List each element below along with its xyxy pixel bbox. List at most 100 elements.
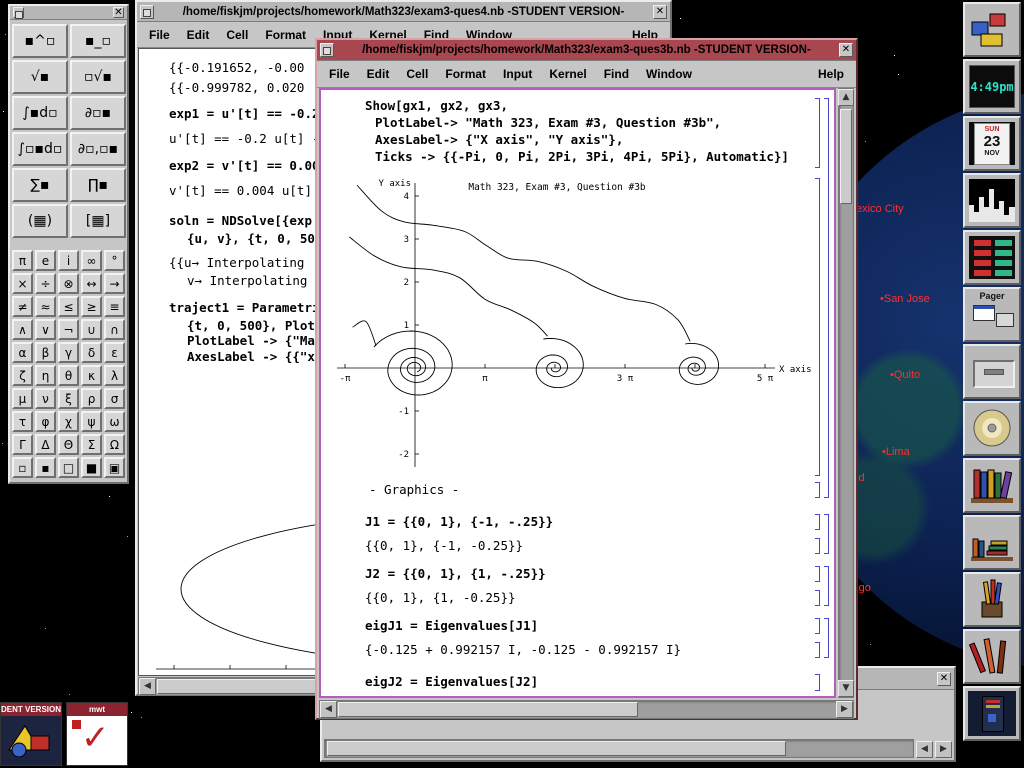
palette-symbol-6-3[interactable]: ρ xyxy=(81,388,102,409)
panel-calendar[interactable]: SUN23NOV xyxy=(963,116,1021,171)
cell-bracket[interactable] xyxy=(824,98,829,498)
cell-bracket[interactable] xyxy=(824,566,829,606)
palette-symbol-5-4[interactable]: λ xyxy=(104,365,125,386)
front-hscroll-thumb[interactable] xyxy=(338,702,638,717)
front-notebook-content[interactable]: Show[gx1, gx2, gx3, PlotLabel-> "Math 323… xyxy=(319,88,836,698)
panel-performance-meter[interactable] xyxy=(963,173,1021,228)
panel-bookshelf[interactable] xyxy=(963,458,1021,513)
cell-bracket[interactable] xyxy=(815,538,820,554)
palette-button-5[interactable]: ∂▫▪ xyxy=(70,96,126,130)
palette-symbol-7-3[interactable]: ψ xyxy=(81,411,102,432)
cell-bracket[interactable] xyxy=(815,98,820,168)
palette-symbol-4-3[interactable]: δ xyxy=(81,342,102,363)
close-icon[interactable]: ✕ xyxy=(113,7,124,18)
palette-symbol-9-1[interactable]: ▪ xyxy=(35,457,56,478)
panel-cdrom[interactable] xyxy=(963,401,1021,456)
palette-symbol-0-2[interactable]: i xyxy=(58,250,79,271)
scroll-right-icon[interactable]: ▶ xyxy=(836,701,853,718)
palette-symbol-7-0[interactable]: τ xyxy=(12,411,33,432)
j1-input[interactable]: J1 = {{0, 1}, {-1, -.25}} xyxy=(365,514,553,529)
input-code-line[interactable]: Ticks -> {{-Pi, 0, Pi, 2Pi, 3Pi, 4Pi, 5P… xyxy=(375,149,789,164)
palette-symbol-8-3[interactable]: Σ xyxy=(81,434,102,455)
cell-bracket[interactable] xyxy=(815,482,820,498)
menu-cell[interactable]: Cell xyxy=(226,28,248,42)
palette-symbol-0-1[interactable]: e xyxy=(35,250,56,271)
cell-bracket[interactable] xyxy=(815,178,820,476)
cell-bracket[interactable] xyxy=(815,514,820,530)
scroll-left-icon[interactable]: ◀ xyxy=(320,701,337,718)
palette-symbol-6-0[interactable]: μ xyxy=(12,388,33,409)
palette-symbol-9-3[interactable]: ■ xyxy=(81,457,102,478)
palette-symbol-6-1[interactable]: ν xyxy=(35,388,56,409)
palette-symbol-9-0[interactable]: ▫ xyxy=(12,457,33,478)
cell-bracket[interactable] xyxy=(815,618,820,634)
palette-symbol-1-2[interactable]: ⊗ xyxy=(58,273,79,294)
scroll-left-icon[interactable]: ◀ xyxy=(139,678,156,695)
palette-symbol-3-0[interactable]: ∧ xyxy=(12,319,33,340)
panel-style-levels[interactable] xyxy=(963,230,1021,285)
palette-symbol-4-1[interactable]: β xyxy=(35,342,56,363)
window-menu-icon[interactable] xyxy=(13,7,24,18)
mwt-icon[interactable]: mwt ✓ xyxy=(66,702,128,766)
cell-bracket[interactable] xyxy=(824,618,829,658)
palette-button-3[interactable]: ▫√▪ xyxy=(70,60,126,94)
palette-button-4[interactable]: ∫▪d▫ xyxy=(12,96,68,130)
palette-symbol-9-4[interactable]: ▣ xyxy=(104,457,125,478)
hidden-hscroll-thumb[interactable] xyxy=(327,741,786,756)
menu-find[interactable]: Find xyxy=(604,67,629,81)
cell-bracket[interactable] xyxy=(815,642,820,658)
palette-symbol-2-3[interactable]: ≥ xyxy=(81,296,102,317)
palette-symbol-2-1[interactable]: ≈ xyxy=(35,296,56,317)
panel-computer[interactable] xyxy=(963,686,1021,741)
menu-file[interactable]: File xyxy=(329,67,350,81)
palette-symbol-7-4[interactable]: ω xyxy=(104,411,125,432)
palette-button-11[interactable]: [▦] xyxy=(70,204,126,238)
palette-symbol-1-3[interactable]: ↔ xyxy=(81,273,102,294)
palette-symbol-8-4[interactable]: Ω xyxy=(104,434,125,455)
palette-symbol-3-1[interactable]: ∨ xyxy=(35,319,56,340)
hidden-hscrollbar[interactable] xyxy=(324,739,914,758)
palette-symbol-4-2[interactable]: γ xyxy=(58,342,79,363)
palette-symbol-4-0[interactable]: α xyxy=(12,342,33,363)
palette-symbol-6-4[interactable]: σ xyxy=(104,388,125,409)
menu-edit[interactable]: Edit xyxy=(187,28,210,42)
menu-kernel[interactable]: Kernel xyxy=(549,67,586,81)
front-titlebar[interactable]: /home/fiskjm/projects/homework/Math323/e… xyxy=(317,40,856,61)
palette-symbol-3-3[interactable]: ∪ xyxy=(81,319,102,340)
palette-button-6[interactable]: ∫▫▪d▫ xyxy=(12,132,68,166)
panel-file-drawer[interactable] xyxy=(963,344,1021,399)
front-vscrollbar[interactable]: ▲ ▼ xyxy=(838,88,854,698)
palette-symbol-7-2[interactable]: χ xyxy=(58,411,79,432)
front-vscroll-thumb[interactable] xyxy=(840,109,852,204)
menu-window[interactable]: Window xyxy=(646,67,692,81)
cell-bracket[interactable] xyxy=(815,590,820,606)
scroll-right-icon[interactable]: ▶ xyxy=(935,741,952,758)
palette-titlebar[interactable]: ✕ xyxy=(10,6,127,20)
input-code-line[interactable]: Show[gx1, gx2, gx3, xyxy=(365,98,508,113)
palette-symbol-3-4[interactable]: ∩ xyxy=(104,319,125,340)
input-code-line[interactable]: PlotLabel-> "Math 323, Exam #3, Question… xyxy=(375,115,721,130)
palette-symbol-7-1[interactable]: φ xyxy=(35,411,56,432)
palette-symbol-2-2[interactable]: ≤ xyxy=(58,296,79,317)
palette-symbol-4-4[interactable]: ε xyxy=(104,342,125,363)
palette-button-0[interactable]: ▪^▫ xyxy=(12,24,68,58)
panel-pager[interactable]: Pager xyxy=(963,287,1021,342)
cell-bracket[interactable] xyxy=(815,566,820,582)
scroll-down-icon[interactable]: ▼ xyxy=(838,680,854,697)
palette-symbol-2-0[interactable]: ≠ xyxy=(12,296,33,317)
palette-symbol-0-4[interactable]: ° xyxy=(104,250,125,271)
menu-edit[interactable]: Edit xyxy=(367,67,390,81)
palette-symbol-8-2[interactable]: Θ xyxy=(58,434,79,455)
palette-button-8[interactable]: ∑▪ xyxy=(12,168,68,202)
palette-button-2[interactable]: √▪ xyxy=(12,60,68,94)
panel-pencils[interactable] xyxy=(963,572,1021,627)
menu-input[interactable]: Input xyxy=(503,67,532,81)
menu-format[interactable]: Format xyxy=(265,28,306,42)
palette-symbol-5-3[interactable]: κ xyxy=(81,365,102,386)
panel-workspace-cubes[interactable] xyxy=(963,2,1021,57)
close-icon[interactable]: ✕ xyxy=(839,43,853,57)
menu-cell[interactable]: Cell xyxy=(406,67,428,81)
palette-symbol-1-4[interactable]: → xyxy=(104,273,125,294)
palette-symbol-8-1[interactable]: Δ xyxy=(35,434,56,455)
close-icon[interactable]: ✕ xyxy=(653,5,667,19)
